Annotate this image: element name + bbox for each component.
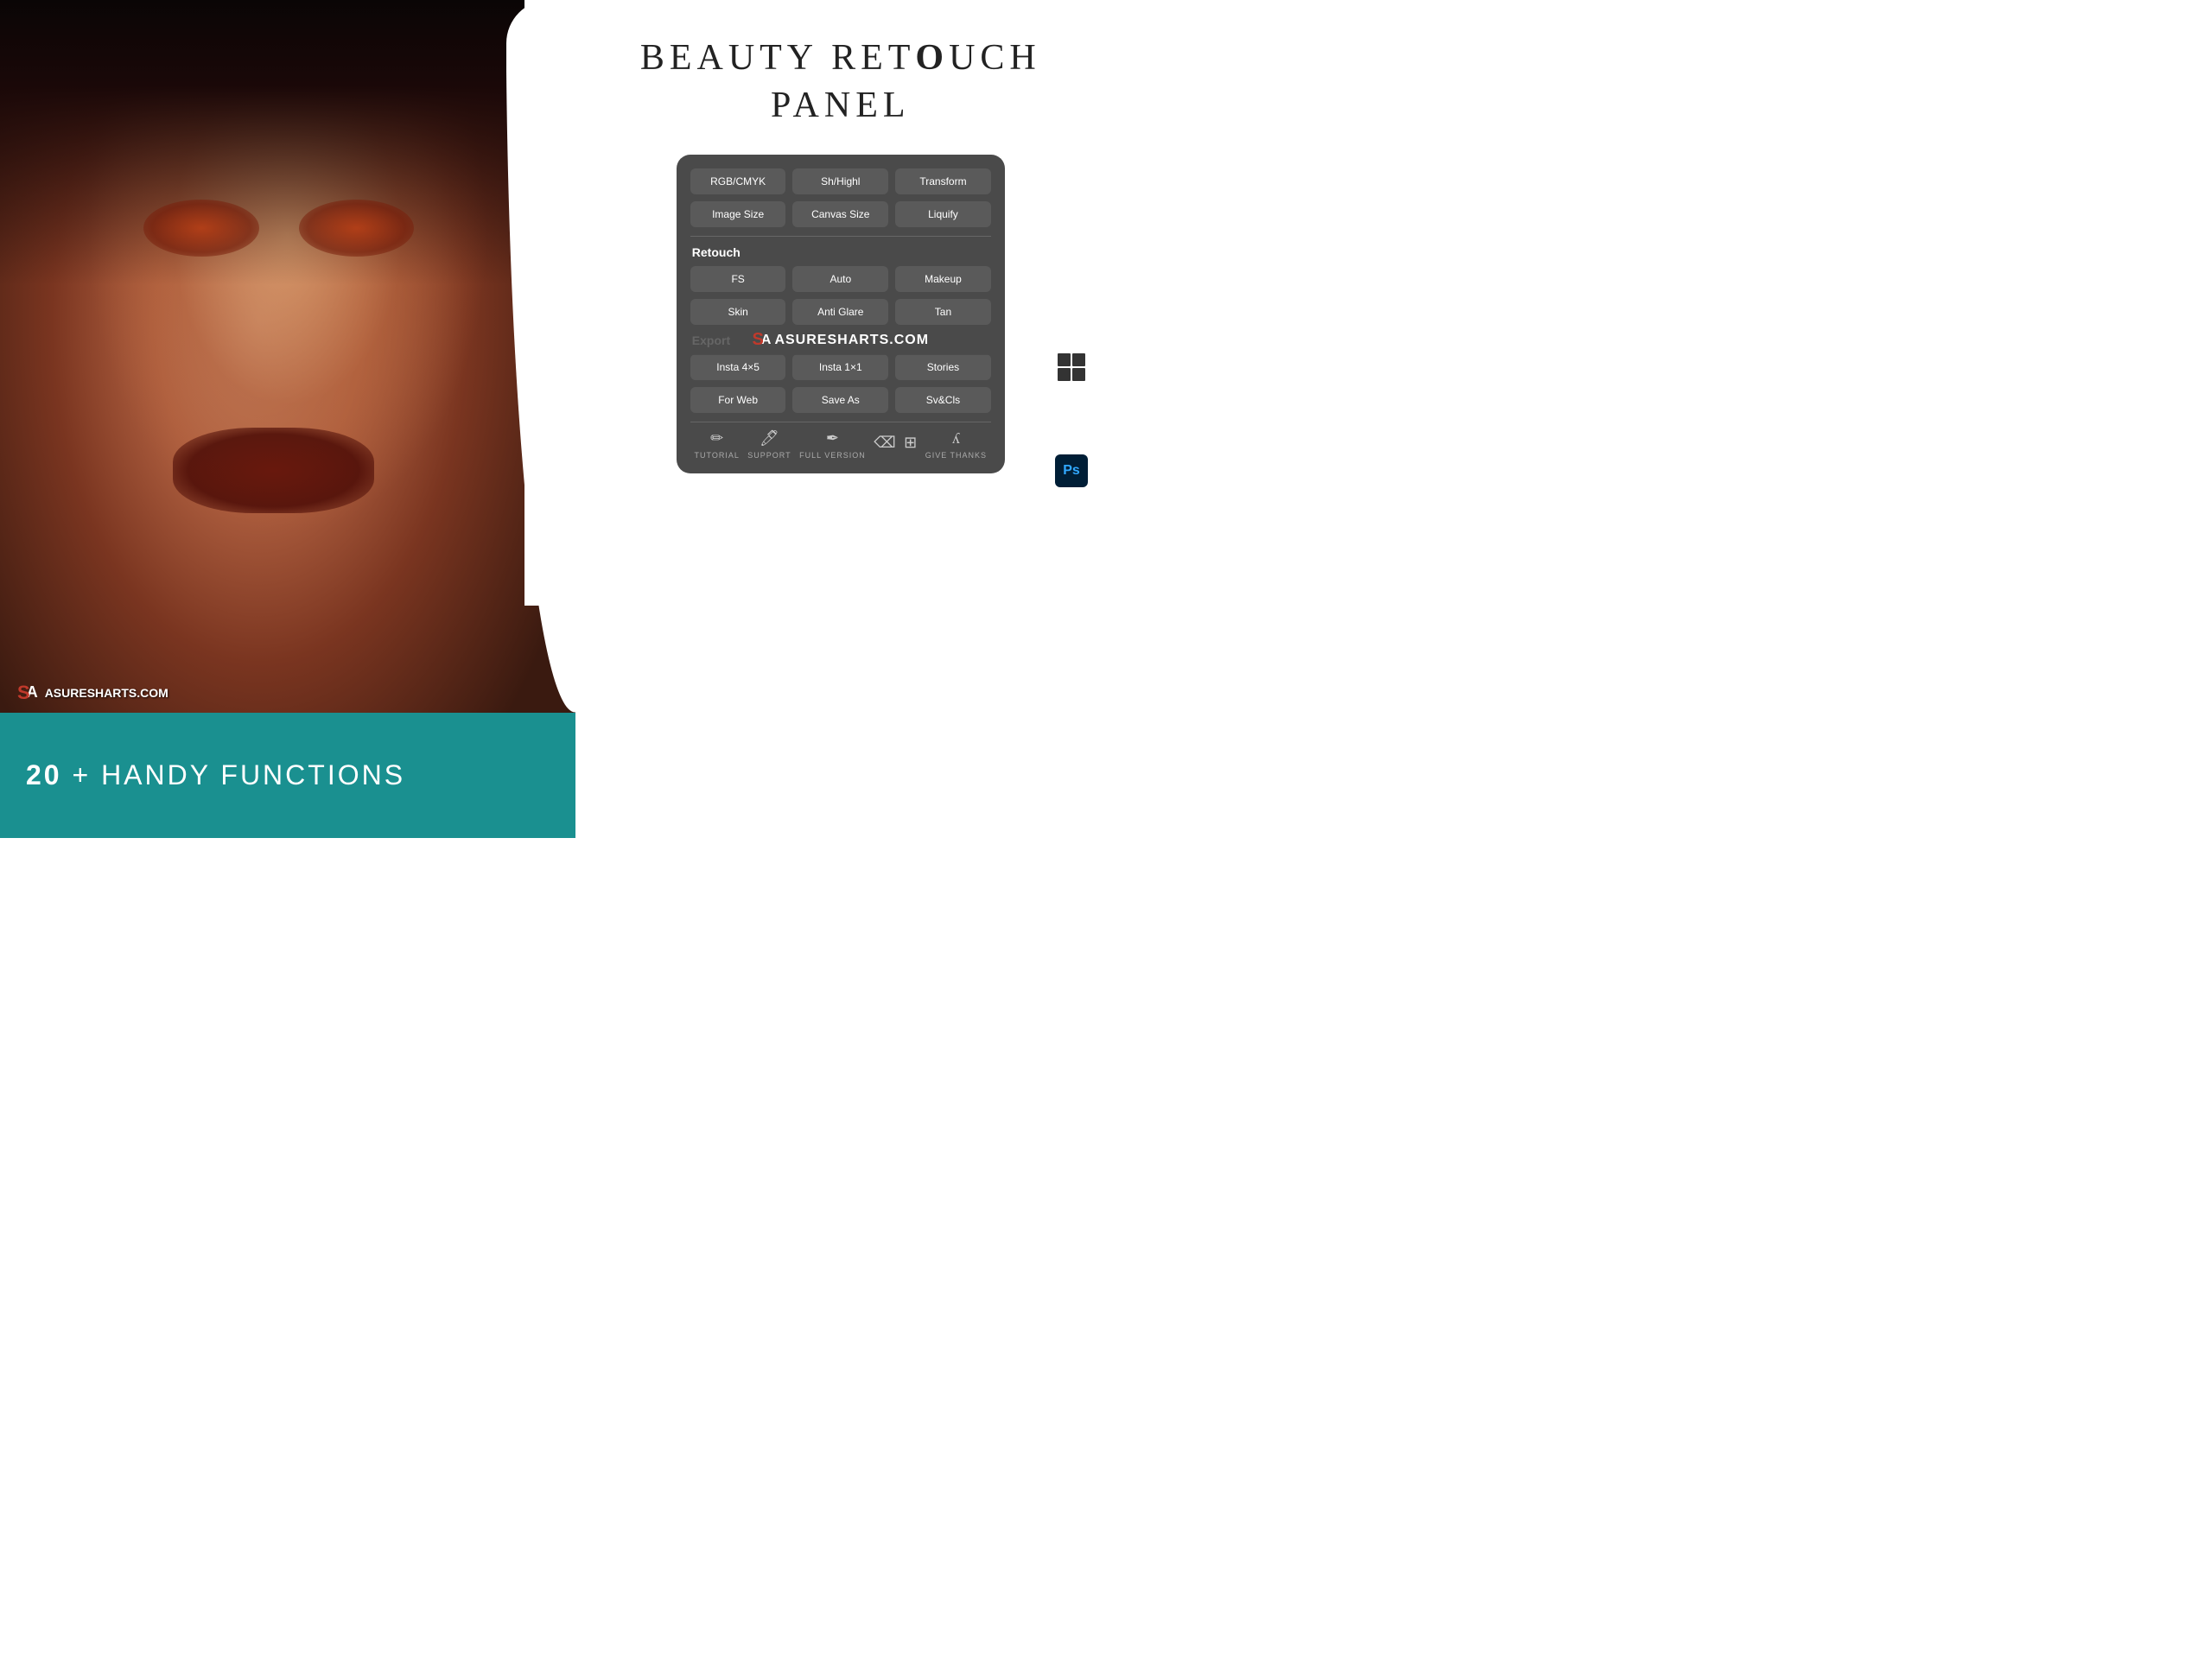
title-area: BEAUTY RETOUCH PANEL <box>606 35 1076 129</box>
beauty-retouch-panel: RGB/CMYK Sh/Highl Transform Image Size C… <box>677 155 1005 473</box>
btn-liquify[interactable]: Liquify <box>895 201 991 227</box>
btn-canvas-size[interactable]: Canvas Size <box>792 201 888 227</box>
btn-transform[interactable]: Transform <box>895 168 991 194</box>
apple-icon[interactable] <box>1054 402 1089 436</box>
page-title: BEAUTY RETOUCH PANEL <box>640 35 1041 129</box>
watermark-photo: S A ASURESHARTS.COM <box>17 682 168 704</box>
eraser-icon: ⌫ <box>874 434 895 452</box>
windows-icon[interactable] <box>1054 350 1089 384</box>
panel-row-1: RGB/CMYK Sh/Highl Transform <box>690 168 991 194</box>
panel-row-5: Insta 4×5 Insta 1×1 Stories <box>690 354 991 380</box>
btn-tan[interactable]: Tan <box>895 299 991 325</box>
btn-auto[interactable]: Auto <box>792 266 888 292</box>
eye-makeup-right <box>299 200 414 257</box>
btn-fs[interactable]: FS <box>690 266 786 292</box>
panel-watermark-overlay: S A ASURESHARTS.COM <box>690 325 991 355</box>
give-thanks-label: GIVE THANKS <box>925 451 987 460</box>
photoshop-icon[interactable]: Ps <box>1054 454 1089 488</box>
panel-row-4: Skin Anti Glare Tan <box>690 299 991 325</box>
btn-rgb-cmyk[interactable]: RGB/CMYK <box>690 168 786 194</box>
wm-overlay-text: ASURESHARTS.COM <box>774 333 929 348</box>
full-version-label: FULL VERSION <box>799 451 866 460</box>
btn-insta-45[interactable]: Insta 4×5 <box>690 354 786 380</box>
panel-row-6: For Web Save As Sv&Cls <box>690 387 991 413</box>
support-icon: 🖊 <box>760 429 779 448</box>
win-logo <box>1058 353 1085 381</box>
btn-image-size[interactable]: Image Size <box>690 201 786 227</box>
panel-footer: ✏ TUTORIAL 🖊 SUPPORT ✒ FULL VERSION ⌫ ⊞ <box>690 422 991 460</box>
footer-full-version[interactable]: ✒ FULL VERSION <box>799 429 866 460</box>
export-section-wrapper: Export Insta 4×5 Insta 1×1 Stories For W… <box>690 333 991 413</box>
retouch-section: Retouch FS Auto Makeup Skin Anti Glare T… <box>690 245 991 325</box>
footer-give-thanks[interactable]: ʎ GIVE THANKS <box>925 429 987 460</box>
bottom-tagline: 20 + HANDY FUNCTIONS <box>26 759 405 791</box>
os-icons-panel: Ps <box>1054 350 1089 488</box>
win-tile-3 <box>1058 368 1071 381</box>
give-thanks-icon: ʎ <box>952 429 960 448</box>
footer-tutorial[interactable]: ✏ TUTORIAL <box>695 429 740 460</box>
support-label: SUPPORT <box>747 451 791 460</box>
watermark-s: S <box>17 682 30 704</box>
btn-sh-highl[interactable]: Sh/Highl <box>792 168 888 194</box>
watermark-url: ASURESHARTS.COM <box>45 686 168 700</box>
btn-for-web[interactable]: For Web <box>690 387 786 413</box>
win-tile-2 <box>1072 353 1085 366</box>
win-tile-4 <box>1072 368 1085 381</box>
panel-row-3: FS Auto Makeup <box>690 266 991 292</box>
full-version-icon: ✒ <box>826 429 839 448</box>
photo-panel: S A ASURESHARTS.COM 20 + HANDY FUNCTIONS <box>0 0 575 838</box>
photo-background <box>0 0 575 713</box>
win-tile-1 <box>1058 353 1071 366</box>
footer-support[interactable]: 🖊 SUPPORT <box>747 429 791 460</box>
footer-item-5[interactable]: ⊞ <box>904 434 917 455</box>
btn-makeup[interactable]: Makeup <box>895 266 991 292</box>
btn-stories[interactable]: Stories <box>895 354 991 380</box>
btn-anti-glare[interactable]: Anti Glare <box>792 299 888 325</box>
btn-save-as[interactable]: Save As <box>792 387 888 413</box>
divider-1 <box>690 236 991 237</box>
panel-row-2: Image Size Canvas Size Liquify <box>690 201 991 227</box>
wm-overlay-s: S <box>753 330 764 350</box>
curved-edge <box>524 0 575 606</box>
main-layout: S A ASURESHARTS.COM 20 + HANDY FUNCTIONS… <box>0 0 1106 838</box>
tutorial-icon: ✏ <box>710 429 723 448</box>
plus-icon: ⊞ <box>904 434 917 452</box>
title-bold-o: O <box>915 38 949 78</box>
btn-skin[interactable]: Skin <box>690 299 786 325</box>
bottom-bar: 20 + HANDY FUNCTIONS <box>0 713 575 839</box>
btn-sv-cls[interactable]: Sv&Cls <box>895 387 991 413</box>
lip-area <box>173 428 374 513</box>
btn-insta-11[interactable]: Insta 1×1 <box>792 354 888 380</box>
tutorial-label: TUTORIAL <box>695 451 740 460</box>
retouch-label: Retouch <box>690 245 991 259</box>
hair-overlay <box>0 0 575 285</box>
footer-item-4[interactable]: ⌫ <box>874 434 895 455</box>
right-panel: BEAUTY RETOUCH PANEL RGB/CMYK Sh/Highl T… <box>575 0 1106 838</box>
ps-logo: Ps <box>1055 454 1088 487</box>
eye-makeup-left <box>143 200 258 257</box>
